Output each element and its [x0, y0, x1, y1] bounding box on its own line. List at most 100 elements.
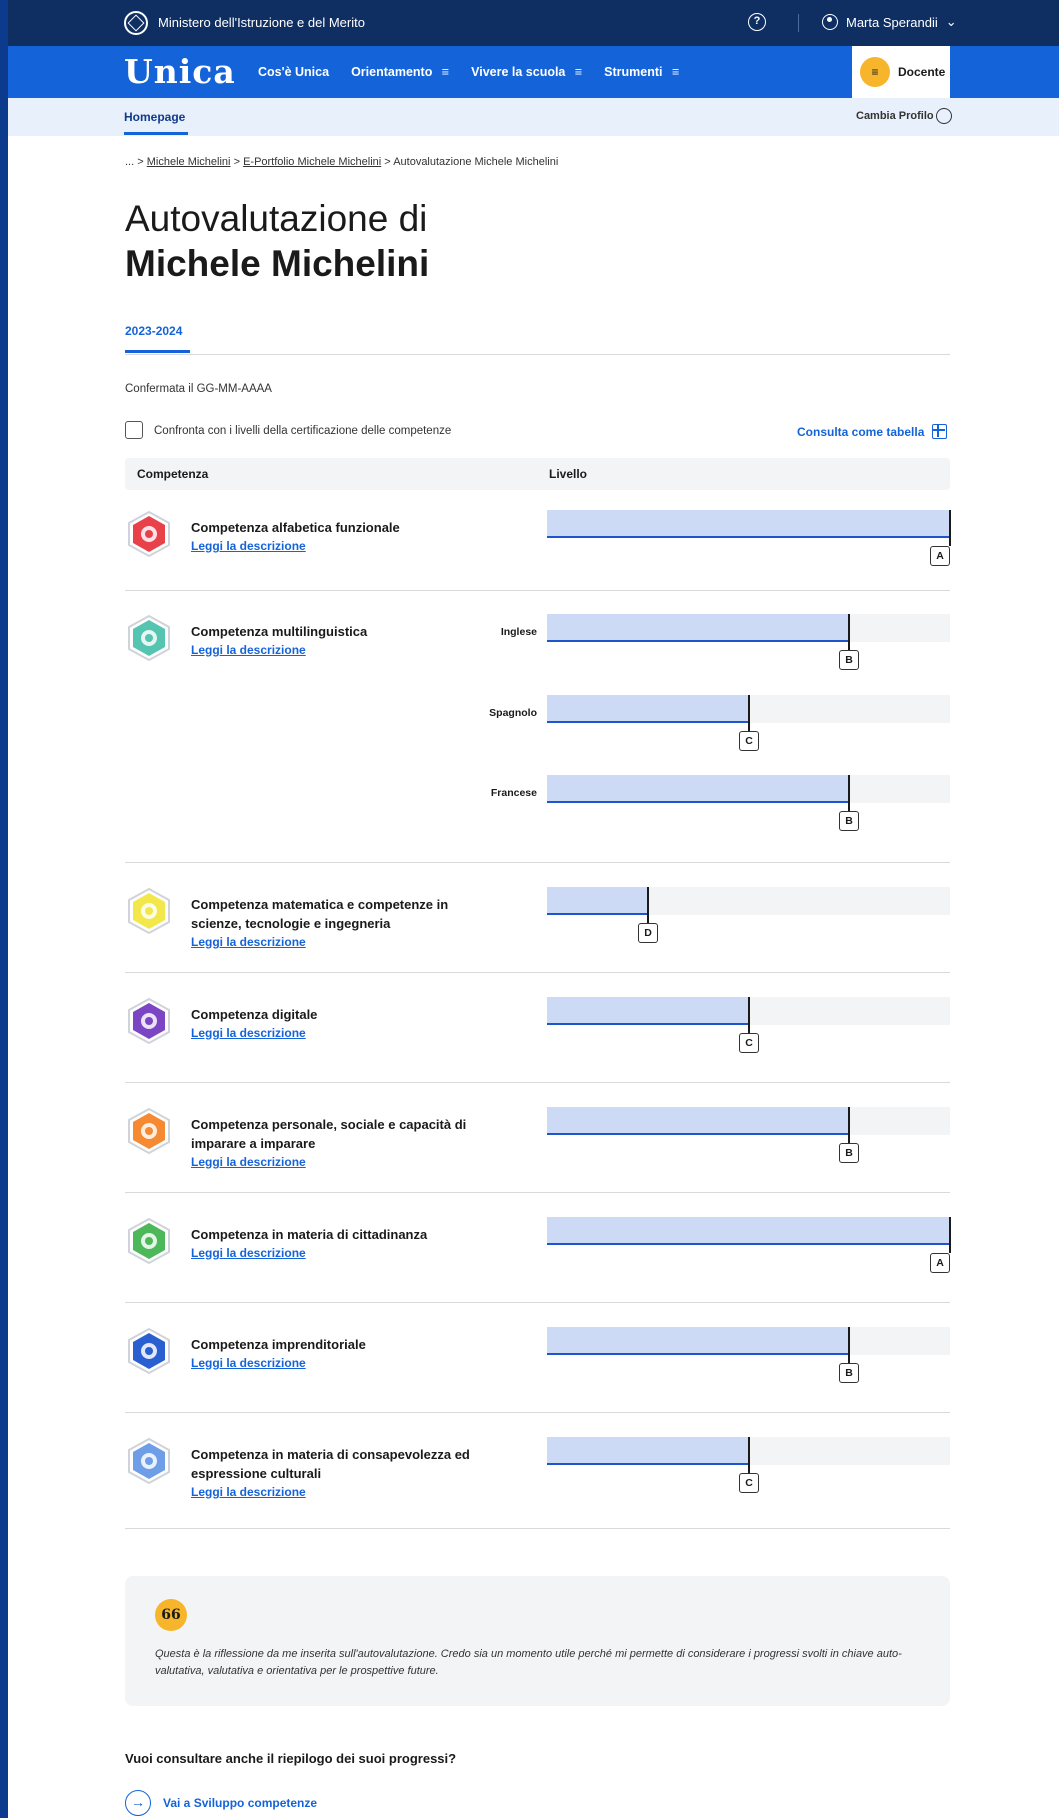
progress-question: Vuoi consultare anche il riepilogo dei s… — [125, 1751, 457, 1766]
window-frame-edge — [0, 0, 8, 1818]
switch-profile-icon[interactable] — [936, 108, 952, 124]
page-title-line2: Michele Michelini — [125, 243, 430, 284]
nav-item-strumenti[interactable]: Strumenti — [604, 65, 679, 79]
competence-name: Competenza in materia di consapevolezza … — [191, 1447, 470, 1481]
tab-year[interactable]: 2023-2024 — [125, 324, 182, 338]
level-label: B — [839, 1143, 859, 1163]
tab-homepage[interactable]: Homepage — [124, 110, 185, 124]
competence-badge-icon — [125, 1217, 173, 1265]
level-label: C — [739, 1033, 759, 1053]
level-bar: A — [547, 510, 951, 566]
breadcrumb-separator: > — [233, 156, 240, 168]
competence-name: Competenza matematica e competenze in sc… — [191, 897, 449, 931]
quote-icon: 66 — [155, 1599, 187, 1631]
row-divider — [125, 1082, 950, 1083]
help-icon[interactable]: ? — [748, 13, 766, 31]
level-bar-fill — [547, 1327, 849, 1355]
row-divider — [125, 972, 950, 973]
user-menu[interactable]: Marta Sperandii ⌄ — [822, 14, 957, 30]
change-profile-link[interactable]: Cambia Profilo — [856, 110, 934, 122]
read-description-link[interactable]: Leggi la descrizione — [191, 1356, 306, 1370]
competence-badge-icon — [125, 887, 173, 935]
row-divider — [125, 590, 950, 591]
level-bar-fill — [547, 1107, 849, 1135]
breadcrumb-item-portfolio[interactable]: E-Portfolio Michele Michelini — [243, 156, 381, 168]
view-as-table-button[interactable]: Consulta come tabella — [797, 424, 948, 439]
read-description-link[interactable]: Leggi la descrizione — [191, 643, 306, 657]
language-label: Francese — [490, 787, 537, 799]
level-marker — [848, 614, 850, 650]
level-bar: C — [547, 997, 950, 1053]
read-description-link[interactable]: Leggi la descrizione — [191, 539, 306, 553]
unica-logo[interactable]: Unica — [124, 52, 236, 91]
nav-item-orientamento[interactable]: Orientamento — [351, 65, 449, 79]
competence-badge-icon — [125, 510, 173, 558]
read-description-link[interactable]: Leggi la descrizione — [191, 1485, 306, 1499]
view-as-table-label: Consulta come tabella — [797, 424, 925, 439]
level-bar: B — [547, 1107, 950, 1163]
level-bar-fill — [547, 1437, 749, 1465]
level-label: B — [839, 1363, 859, 1383]
language-label: Spagnolo — [489, 707, 537, 719]
language-label: Inglese — [500, 626, 537, 638]
go-to-skills-link[interactable]: → Vai a Sviluppo competenze — [125, 1790, 317, 1816]
read-description-link[interactable]: Leggi la descrizione — [191, 935, 306, 949]
level-marker — [848, 1107, 850, 1143]
row-divider — [125, 1412, 950, 1413]
level-bar-fill — [547, 695, 749, 723]
level-marker — [748, 1437, 750, 1473]
level-label: C — [739, 731, 759, 751]
level-bar: A — [547, 1217, 951, 1273]
level-bar-fill — [547, 997, 749, 1025]
row-divider — [125, 1528, 950, 1529]
nav-item-vivere-la-scuola[interactable]: Vivere la scuola — [471, 65, 582, 79]
table-header: Competenza Livello — [125, 458, 950, 490]
level-bar-fill — [547, 614, 849, 642]
profile-badge-icon: ≡ — [860, 57, 890, 87]
level-bar-fill — [547, 510, 950, 538]
ministry-topbar: Ministero dell'Istruzione e del Merito ?… — [8, 0, 1059, 46]
user-name: Marta Sperandii — [846, 14, 938, 30]
level-bar: D — [547, 887, 950, 943]
table-icon — [932, 424, 948, 439]
column-header-livello: Livello — [549, 467, 588, 481]
level-marker — [748, 695, 750, 731]
sub-nav: Homepage Cambia Profilo — [8, 98, 1059, 136]
competence-badge-icon — [125, 997, 173, 1045]
competence-name: Competenza alfabetica funzionale — [191, 520, 400, 535]
nav-item-cos-e-unica[interactable]: Cos'è Unica — [258, 65, 329, 79]
breadcrumb-item-current: Autovalutazione Michele Michelini — [393, 156, 559, 168]
read-description-link[interactable]: Leggi la descrizione — [191, 1026, 306, 1040]
arrow-right-circle-icon: → — [125, 1790, 151, 1816]
compare-checkbox-label[interactable]: Confronta con i livelli della certificaz… — [154, 425, 451, 437]
level-bar-fill — [547, 775, 849, 803]
reflection-text: Questa è la riflessione da me inserita s… — [155, 1648, 902, 1677]
topbar-divider — [798, 14, 799, 32]
tabs-divider — [125, 354, 950, 355]
ministry-name[interactable]: Ministero dell'Istruzione e del Merito — [158, 15, 365, 30]
page-title-line1: Autovalutazione di — [125, 198, 428, 239]
go-to-skills-label: Vai a Sviluppo competenze — [163, 1796, 318, 1810]
level-marker — [748, 997, 750, 1033]
row-divider — [125, 1192, 950, 1193]
level-bar: B — [547, 775, 950, 831]
read-description-link[interactable]: Leggi la descrizione — [191, 1155, 306, 1169]
read-description-link[interactable]: Leggi la descrizione — [191, 1246, 306, 1260]
column-header-competenza: Competenza — [137, 467, 209, 481]
profile-button[interactable]: ≡ Docente — [852, 46, 950, 98]
breadcrumb-ellipsis[interactable]: ... — [125, 156, 134, 168]
breadcrumb: ... > Michele Michelini > E-Portfolio Mi… — [125, 156, 558, 168]
competence-badge-icon — [125, 1107, 173, 1155]
competence-name: Competenza multilinguistica — [191, 624, 368, 639]
level-marker — [848, 1327, 850, 1363]
chevron-down-icon: ⌄ — [945, 14, 957, 29]
level-bar-fill — [547, 887, 648, 915]
competence-name: Competenza personale, sociale e capacità… — [191, 1117, 467, 1151]
competence-badge-icon — [125, 614, 173, 662]
breadcrumb-item-student[interactable]: Michele Michelini — [147, 156, 231, 168]
republic-seal-icon — [124, 11, 148, 35]
reflection-box: 66 Questa è la riflessione da me inserit… — [125, 1576, 950, 1706]
compare-checkbox[interactable] — [125, 421, 143, 439]
confirmation-date: Confermata il GG-MM-AAAA — [125, 383, 272, 395]
level-marker — [949, 1217, 951, 1253]
